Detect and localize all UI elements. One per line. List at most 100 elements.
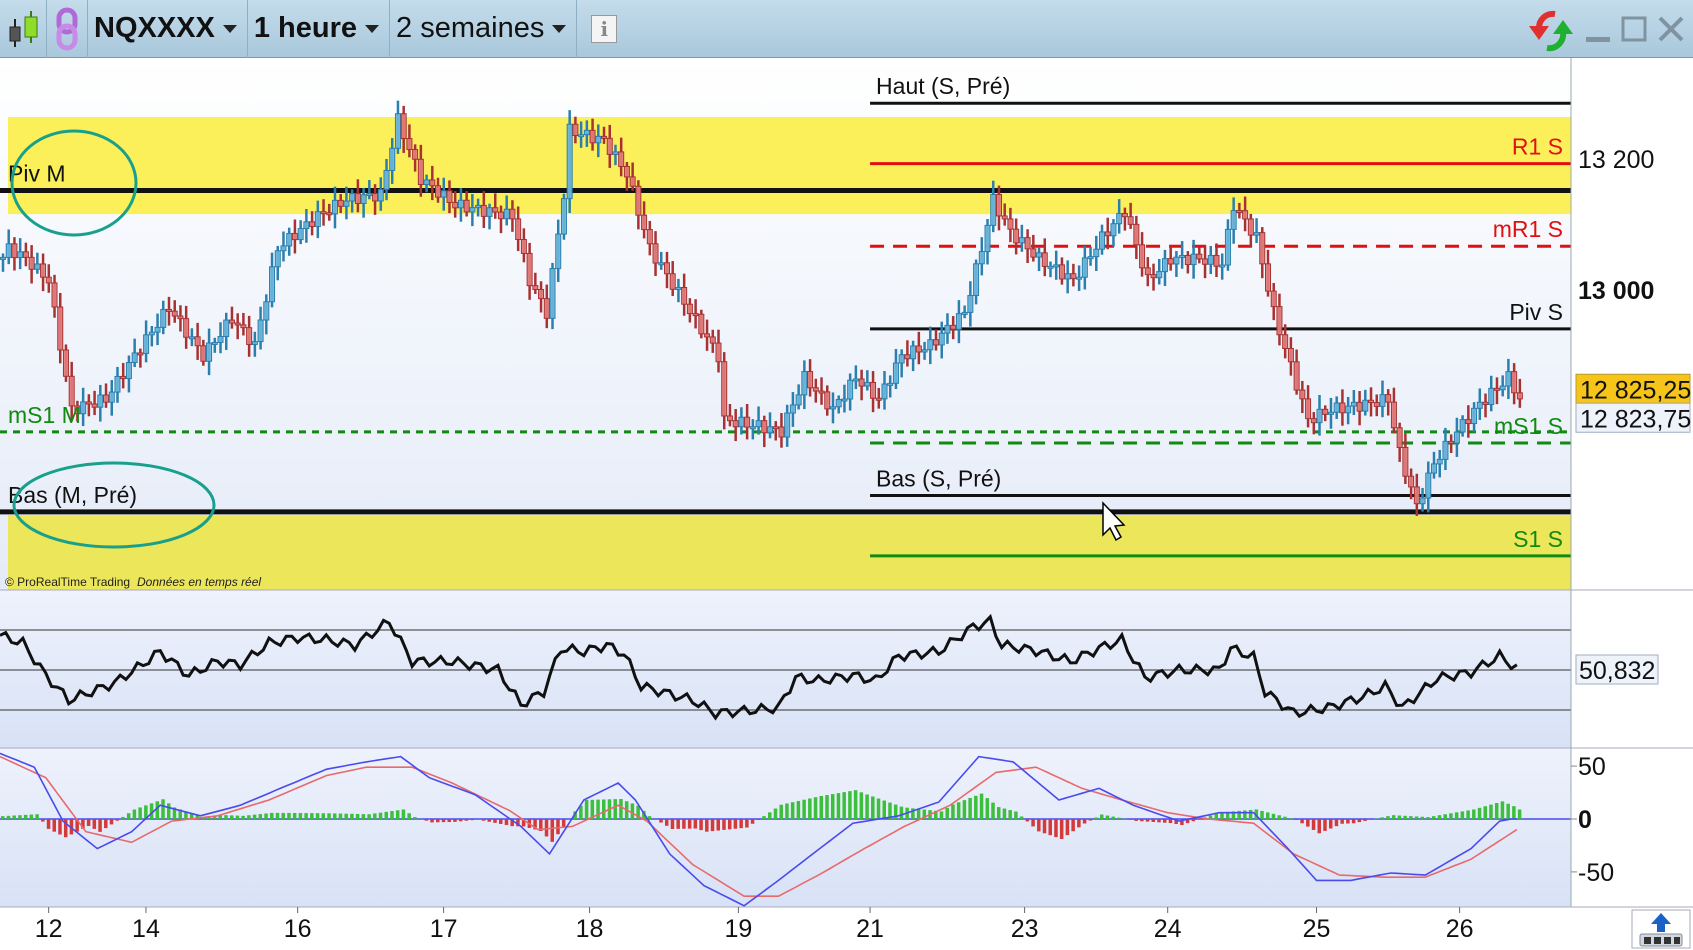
- chart-type-button[interactable]: [0, 0, 47, 58]
- macd-histogram-bar: [98, 819, 102, 832]
- candle-body: [1299, 389, 1306, 400]
- macd-histogram-bar: [92, 819, 97, 829]
- macd-histogram-bar: [1351, 819, 1356, 824]
- candle-body: [698, 313, 705, 335]
- macd-histogram-bar: [756, 819, 761, 820]
- macd-histogram-bar: [115, 819, 119, 821]
- macd-histogram-bar: [1077, 819, 1081, 828]
- link-button[interactable]: [47, 0, 88, 58]
- candle-body: [807, 371, 814, 389]
- macd-histogram-bar: [1214, 813, 1218, 819]
- macd-histogram-bar: [991, 802, 995, 819]
- candle-body: [1179, 254, 1186, 258]
- date-tick-label: 26: [1446, 915, 1474, 943]
- macd-histogram-bar: [275, 812, 280, 819]
- macd-histogram-bar: [470, 819, 474, 821]
- info-icon[interactable]: i: [591, 14, 618, 43]
- macd-histogram-bar: [1414, 816, 1419, 819]
- copyright-text: © ProRealTime Trading: [5, 575, 130, 589]
- candle-body: [543, 298, 550, 319]
- candle-body: [394, 113, 401, 149]
- candle-body: [686, 303, 693, 315]
- candle-body: [1001, 215, 1008, 220]
- macd-histogram-bar: [1512, 806, 1516, 819]
- candle-body: [950, 324, 957, 330]
- macd-histogram-bar: [1369, 819, 1373, 820]
- close-icon[interactable]: [1657, 15, 1685, 45]
- macd-histogram-bar: [745, 819, 749, 828]
- candle-body: [967, 295, 974, 313]
- macd-histogram-bar: [121, 816, 125, 819]
- candle-body: [331, 199, 338, 215]
- candle-body: [1305, 398, 1312, 420]
- macd-histogram-bar: [1266, 812, 1270, 819]
- candle-body: [898, 354, 905, 364]
- macd-histogram-bar: [808, 798, 812, 819]
- macd-histogram-bar: [699, 819, 703, 831]
- maximize-icon[interactable]: [1621, 15, 1647, 45]
- level-label: mR1 S: [1493, 216, 1563, 242]
- macd-histogram-bar: [332, 813, 337, 819]
- candle-body: [1121, 213, 1128, 218]
- candle-body: [62, 349, 69, 377]
- candle-body: [749, 426, 756, 430]
- macd-histogram-bar: [355, 813, 360, 819]
- macd-histogram-bar: [258, 814, 263, 819]
- macd-histogram-bar: [693, 819, 698, 829]
- candle-body: [125, 362, 132, 380]
- macd-histogram-bar: [1317, 819, 1322, 834]
- macd-histogram-bar: [676, 819, 680, 829]
- candle-body: [1167, 258, 1174, 265]
- candle-body: [188, 336, 195, 340]
- macd-histogram-bar: [1517, 809, 1522, 819]
- candle-body: [509, 208, 516, 220]
- candle-body: [852, 378, 859, 382]
- candle-body: [1465, 419, 1472, 425]
- macd-histogram-bar: [321, 813, 326, 819]
- candle-body: [1499, 385, 1506, 391]
- candle-body: [51, 282, 58, 308]
- macd-histogram-bar: [1100, 814, 1104, 819]
- instrument-label: NQXXXX: [94, 12, 215, 44]
- macd-histogram-bar: [830, 794, 835, 819]
- candle-body: [623, 165, 630, 178]
- macd-histogram-bar: [373, 813, 377, 819]
- macd-histogram-bar: [659, 819, 663, 823]
- candle-body: [801, 371, 808, 396]
- candle-body: [360, 194, 367, 204]
- macd-histogram-bar: [1386, 816, 1390, 819]
- layout-button[interactable]: [1631, 909, 1691, 949]
- chevron-down-icon: [365, 24, 380, 33]
- candle-body: [217, 336, 224, 343]
- macd-histogram-bar: [836, 793, 841, 819]
- refresh-icon[interactable]: [1527, 8, 1575, 52]
- candle-body: [486, 207, 493, 217]
- macd-histogram-bar: [1346, 819, 1350, 824]
- candle-body: [446, 190, 453, 203]
- macd-histogram-bar: [407, 813, 411, 819]
- period-selector[interactable]: 2 semaines: [390, 0, 578, 58]
- candle-body: [412, 149, 419, 160]
- instrument-selector[interactable]: NQXXXX: [88, 0, 248, 58]
- macd-histogram-bar: [1071, 819, 1075, 832]
- macd-histogram-bar: [46, 819, 51, 829]
- macd-histogram-bar: [853, 790, 858, 819]
- chart-area[interactable]: Haut (S, Pré)R1 SPiv MmR1 SPiv SmS1 MmS1…: [0, 58, 1693, 950]
- macd-histogram-bar: [550, 819, 555, 842]
- date-tick-label: 21: [856, 915, 884, 943]
- macd-histogram-bar: [916, 808, 921, 819]
- minimize-icon[interactable]: [1585, 15, 1611, 45]
- macd-histogram-bar: [447, 819, 451, 822]
- macd-histogram-bar: [1128, 819, 1133, 820]
- candle-body: [1013, 228, 1020, 244]
- candle-body: [738, 416, 745, 428]
- macd-histogram-bar: [985, 798, 990, 819]
- candle-body: [417, 158, 424, 185]
- candle-body: [927, 339, 934, 351]
- candle-body: [303, 221, 310, 230]
- macd-histogram-bar: [1134, 819, 1138, 821]
- candle-body: [1442, 440, 1449, 460]
- timeframe-selector[interactable]: 1 heure: [248, 0, 391, 58]
- candle-body: [165, 308, 172, 312]
- macd-tick-label: 0: [1578, 806, 1592, 834]
